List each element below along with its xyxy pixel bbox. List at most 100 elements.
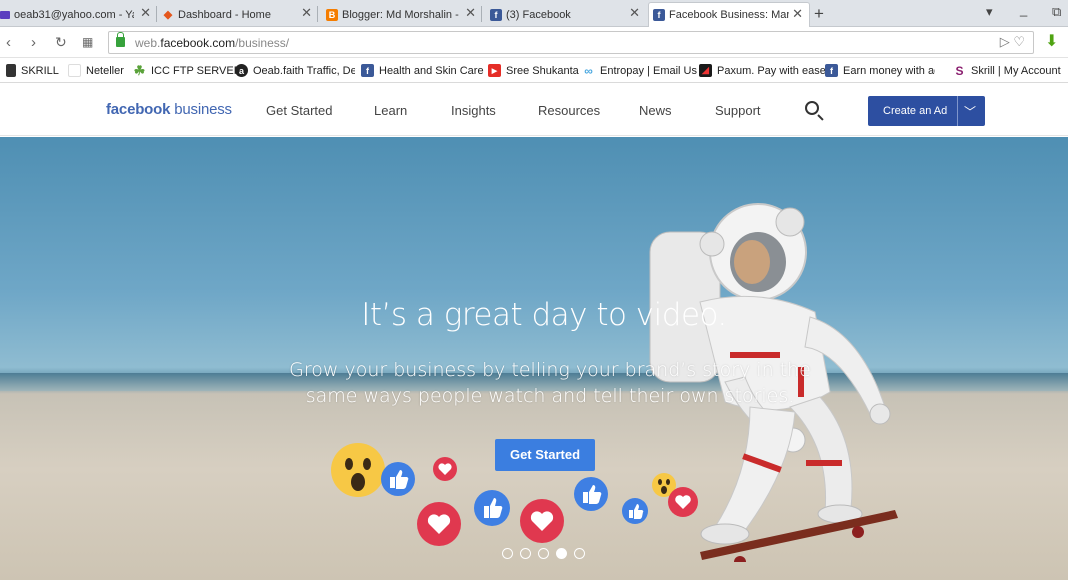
heart-icon[interactable]: ♡ <box>1013 34 1025 49</box>
entropay-icon: ∞ <box>584 63 593 78</box>
bookmark-item[interactable]: f Earn money with ad <box>825 64 935 77</box>
bookmark-label: Health and Skin Care <box>379 64 484 77</box>
facebook-icon: f <box>653 9 665 21</box>
bookmark-item[interactable]: f Health and Skin Care <box>361 64 484 77</box>
close-icon[interactable]: ✕ <box>140 5 151 21</box>
carousel-dots <box>502 548 585 559</box>
speed-dial-icon[interactable]: ▦ <box>82 35 93 49</box>
create-ad-button[interactable]: Create an Ad ﹀ <box>868 96 985 126</box>
carousel-dot[interactable] <box>520 548 531 559</box>
tab-list-icon[interactable]: ▾ <box>986 4 993 20</box>
nav-insights[interactable]: Insights <box>451 103 496 118</box>
hero-banner: It’s a great day to video. Grow your bus… <box>0 137 1068 580</box>
bookmark-item[interactable]: ▶ Sree Shukanta <box>488 64 579 77</box>
love-reaction-icon <box>417 502 461 546</box>
reload-button[interactable]: ↻ <box>55 34 67 51</box>
skrill-icon: S <box>955 63 964 78</box>
bookmark-item[interactable]: ∞ Entropay | Email Us <box>582 63 697 78</box>
logo-light: business <box>170 101 232 118</box>
facebook-business-logo[interactable]: facebook business <box>106 101 232 118</box>
carousel-dot[interactable] <box>574 548 585 559</box>
bookmarks-bar: SKRILL Neteller ☘ ICC FTP SERVER a Oeab.… <box>0 59 1068 83</box>
nav-get-started[interactable]: Get Started <box>266 103 332 118</box>
bookmark-label: ICC FTP SERVER <box>151 64 242 77</box>
address-bar-actions: ▷ ♡ <box>1000 34 1025 50</box>
bookmark-item[interactable]: a Oeab.faith Traffic, De <box>235 64 355 77</box>
facebook-icon: f <box>825 64 838 77</box>
forward-button[interactable]: › <box>31 34 36 51</box>
bookmark-label: Neteller <box>86 64 124 77</box>
like-reaction-icon <box>474 490 510 526</box>
carousel-dot[interactable] <box>538 548 549 559</box>
create-ad-label: Create an Ad <box>883 105 948 117</box>
minimize-button[interactable]: _ <box>1020 2 1027 17</box>
new-tab-button[interactable]: + <box>814 4 824 24</box>
bookmark-label: Oeab.faith Traffic, De <box>253 64 355 77</box>
back-button[interactable]: ‹ <box>6 34 11 51</box>
address-input[interactable]: web.facebook.com/business/ ▷ ♡ <box>108 31 1034 54</box>
facebook-icon: f <box>361 64 374 77</box>
browser-tab[interactable]: oeab31@yahoo.com - Yah ✕ <box>0 2 157 27</box>
url-path: /business/ <box>235 36 290 50</box>
youtube-icon: ▶ <box>488 64 501 77</box>
wow-emoji-icon <box>331 443 385 497</box>
nav-news[interactable]: News <box>639 103 672 118</box>
address-bar-row: ‹ › ↻ ▦ web.facebook.com/business/ ▷ ♡ ⬇ <box>0 28 1068 58</box>
dashboard-icon: ◆ <box>163 9 173 21</box>
like-reaction-icon <box>622 498 648 524</box>
send-icon[interactable]: ▷ <box>1000 34 1010 49</box>
nav-support[interactable]: Support <box>715 103 761 118</box>
love-reaction-icon <box>520 499 564 543</box>
close-icon[interactable]: ✕ <box>301 5 312 21</box>
mail-icon <box>0 10 10 19</box>
url-domain: facebook.com <box>160 36 236 50</box>
browser-tab[interactable]: ◆ Dashboard - Home ✕ <box>158 2 318 27</box>
download-icon[interactable]: ⬇ <box>1045 31 1058 51</box>
bookmark-file-icon <box>6 64 16 77</box>
url-text: web.facebook.com/business/ <box>135 36 289 50</box>
bookmark-label: Sree Shukanta <box>506 64 579 77</box>
circle-a-icon: a <box>235 64 248 77</box>
bookmark-label: Paxum. Pay with ease <box>717 64 826 77</box>
hero-subtext: Grow your business by telling your brand… <box>289 359 811 407</box>
lock-icon <box>116 32 125 47</box>
logo-bold: facebook <box>106 101 171 118</box>
blogger-icon: B <box>326 8 338 21</box>
nav-resources[interactable]: Resources <box>538 103 600 118</box>
love-reaction-icon <box>668 487 698 517</box>
close-icon[interactable]: ✕ <box>629 5 640 21</box>
paxum-icon: ◢ <box>699 64 712 77</box>
bookmark-label: Skrill | My Account <box>971 64 1061 77</box>
browser-tab[interactable]: B Blogger: Md Morshalin - L ✕ <box>322 2 482 27</box>
browser-tab-active[interactable]: f Facebook Business: Marke ✕ <box>648 2 810 27</box>
restore-button[interactable]: ⧉ <box>1052 4 1061 20</box>
close-icon[interactable]: ✕ <box>792 6 803 22</box>
tab-separator <box>156 6 157 22</box>
bookmark-item[interactable]: S Skrill | My Account <box>953 63 1061 78</box>
love-reaction-icon <box>433 457 457 481</box>
tab-title: (3) Facebook <box>506 8 571 21</box>
carousel-dot[interactable] <box>502 548 513 559</box>
bookmark-item[interactable]: ◢ Paxum. Pay with ease <box>699 64 826 77</box>
bookmark-label: Earn money with ad <box>843 64 935 77</box>
facebook-icon: f <box>490 8 502 21</box>
close-icon[interactable]: ✕ <box>465 5 476 21</box>
hero-headline: It’s a great day to video. <box>361 297 727 333</box>
tab-title: oeab31@yahoo.com - Yah <box>14 8 134 21</box>
bookmark-item[interactable]: Neteller <box>68 64 124 77</box>
carousel-dot[interactable] <box>556 548 567 559</box>
like-reaction-icon <box>381 462 415 496</box>
browser-tab-strip: oeab31@yahoo.com - Yah ✕ ◆ Dashboard - H… <box>0 0 1068 27</box>
bookmark-item[interactable]: ☘ ICC FTP SERVER <box>133 62 242 78</box>
search-icon[interactable] <box>805 101 819 115</box>
tab-separator <box>481 6 482 22</box>
bookmark-item[interactable]: SKRILL <box>6 64 59 77</box>
nav-learn[interactable]: Learn <box>374 103 407 118</box>
leaf-icon: ☘ <box>133 62 146 78</box>
bookmark-label: SKRILL <box>21 64 59 77</box>
chevron-down-icon[interactable]: ﹀ <box>964 103 976 120</box>
tab-title: Dashboard - Home <box>178 8 271 21</box>
hero-get-started-button[interactable]: Get Started <box>495 439 595 471</box>
browser-tab[interactable]: f (3) Facebook ✕ <box>486 2 646 27</box>
tab-separator <box>317 6 318 22</box>
